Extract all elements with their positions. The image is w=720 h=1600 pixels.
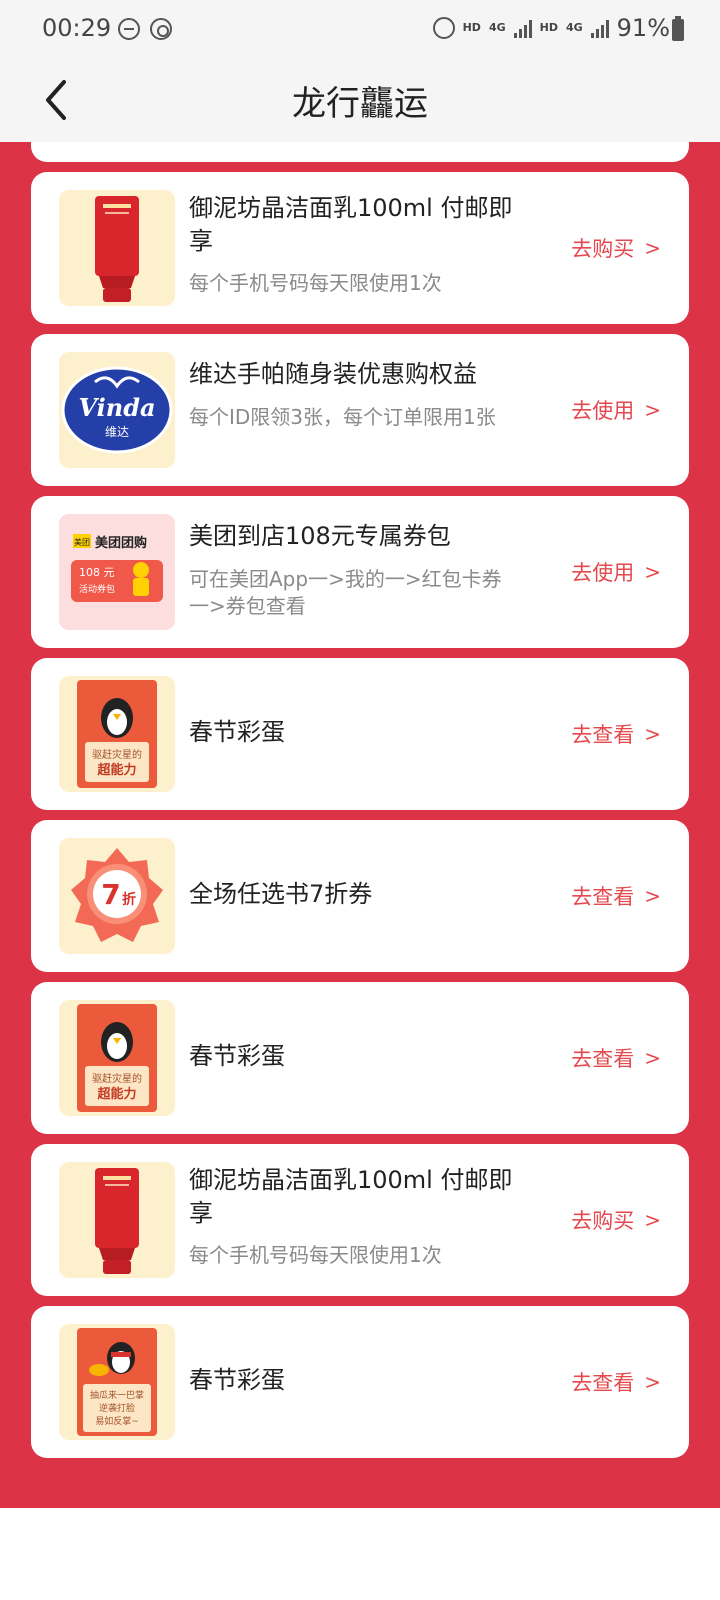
discount-badge-icon: 7 折 bbox=[71, 848, 163, 942]
previous-card-partial[interactable] bbox=[31, 142, 689, 162]
svg-text:活动券包: 活动券包 bbox=[79, 583, 115, 595]
svg-text:108 元: 108 元 bbox=[79, 566, 115, 579]
svg-text:美团: 美团 bbox=[74, 537, 90, 547]
item-title: 美团到店108元专属券包 bbox=[189, 522, 451, 550]
do-not-disturb-icon bbox=[118, 18, 140, 40]
product-image: Vinda 维达 bbox=[59, 352, 175, 468]
item-title: 御泥坊晶洁面乳100ml 付邮即享 bbox=[189, 1166, 513, 1227]
item-title: 御泥坊晶洁面乳100ml 付邮即享 bbox=[189, 194, 513, 255]
list-item[interactable]: 驱赶灾星的 超能力 春节彩蛋 去查看 > bbox=[31, 982, 689, 1134]
item-title: 维达手帕随身装优惠购权益 bbox=[189, 360, 477, 388]
chevron-right-icon: > bbox=[644, 1208, 661, 1232]
svg-text:折: 折 bbox=[122, 891, 136, 908]
item-subtitle: 每个ID限领3张，每个订单限用1张 bbox=[189, 405, 496, 429]
item-subtitle: 每个手机号码每天限使用1次 bbox=[189, 271, 442, 295]
vinda-logo-icon: Vinda 维达 bbox=[61, 366, 173, 454]
svg-text:7: 7 bbox=[101, 878, 120, 911]
view-button[interactable]: 去查看 > bbox=[571, 1306, 661, 1458]
chevron-right-icon: > bbox=[644, 398, 661, 422]
status-time: 00:29 bbox=[42, 14, 112, 42]
product-image: 驱赶灾星的 超能力 bbox=[59, 676, 175, 792]
svg-text:驱赶灾星的: 驱赶灾星的 bbox=[92, 1072, 142, 1085]
svg-text:Vinda: Vinda bbox=[78, 393, 155, 422]
benefits-list: 御泥坊晶洁面乳100ml 付邮即享 每个手机号码每天限使用1次 去购买 > Vin… bbox=[0, 142, 720, 1508]
alarm-icon bbox=[432, 17, 455, 39]
list-item[interactable]: 御泥坊晶洁面乳100ml 付邮即享 每个手机号码每天限使用1次 去购买 > bbox=[31, 172, 689, 324]
item-title: 春节彩蛋 bbox=[189, 718, 285, 746]
cleanser-tube-icon bbox=[95, 1168, 139, 1274]
item-subtitle: 可在美团App一>我的一>红包卡券一>券包查看 bbox=[189, 567, 502, 618]
use-button[interactable]: 去使用 > bbox=[571, 496, 661, 648]
use-button[interactable]: 去使用 > bbox=[571, 334, 661, 486]
buy-button[interactable]: 去购买 > bbox=[571, 1144, 661, 1296]
product-image bbox=[59, 190, 175, 306]
product-image: 美团 美团团购 108 元 活动券包 bbox=[59, 514, 175, 630]
svg-text:逆袭打脸: 逆袭打脸 bbox=[99, 1402, 135, 1414]
page-title: 龙行龘运 bbox=[292, 84, 428, 124]
item-title: 全场任选书7折券 bbox=[189, 880, 373, 908]
status-icons-right: HD 4G HD 4G 91% bbox=[432, 14, 670, 42]
chevron-right-icon: > bbox=[644, 722, 661, 746]
svg-text:易如反掌~: 易如反掌~ bbox=[95, 1415, 139, 1427]
chevron-right-icon: > bbox=[644, 1046, 661, 1070]
status-icons-left bbox=[118, 18, 172, 40]
penguin-card-icon: 驱赶灾星的 超能力 bbox=[77, 1004, 157, 1112]
product-image: 抽瓜来一巴掌 逆袭打脸 易如反掌~ bbox=[59, 1324, 175, 1440]
nav-bar: 龙行龘运 bbox=[0, 60, 720, 142]
signal-icon-2 bbox=[590, 18, 609, 38]
svg-text:维达: 维达 bbox=[105, 425, 129, 439]
status-bar: 00:29 HD 4G HD 4G 91% bbox=[0, 0, 720, 60]
chevron-right-icon: > bbox=[644, 560, 661, 584]
list-item[interactable]: 7 折 全场任选书7折券 去查看 > bbox=[31, 820, 689, 972]
signal-icon-1 bbox=[513, 18, 532, 38]
battery-icon bbox=[672, 16, 684, 41]
penguin-card-icon: 驱赶灾星的 超能力 bbox=[77, 680, 157, 788]
item-title: 春节彩蛋 bbox=[189, 1042, 285, 1070]
list-item[interactable]: 御泥坊晶洁面乳100ml 付邮即享 每个手机号码每天限使用1次 去购买 > bbox=[31, 1144, 689, 1296]
chevron-right-icon: > bbox=[644, 236, 661, 260]
view-button[interactable]: 去查看 > bbox=[571, 820, 661, 972]
network-gen-1: 4G bbox=[488, 21, 506, 34]
battery-percent: 91% bbox=[616, 14, 670, 42]
network-label-1: HD bbox=[462, 21, 481, 34]
network-gen-2: 4G bbox=[565, 21, 583, 34]
list-item[interactable]: Vinda 维达 维达手帕随身装优惠购权益 每个ID限领3张，每个订单限用1张 … bbox=[31, 334, 689, 486]
list-item[interactable]: 抽瓜来一巴掌 逆袭打脸 易如反掌~ 春节彩蛋 去查看 > bbox=[31, 1306, 689, 1458]
view-button[interactable]: 去查看 > bbox=[571, 982, 661, 1134]
cleanser-tube-icon bbox=[95, 196, 139, 302]
product-image: 驱赶灾星的 超能力 bbox=[59, 1000, 175, 1116]
item-subtitle: 每个手机号码每天限使用1次 bbox=[189, 1243, 442, 1267]
svg-text:驱赶灾星的: 驱赶灾星的 bbox=[92, 748, 142, 761]
product-image bbox=[59, 1162, 175, 1278]
sync-icon bbox=[150, 18, 172, 40]
svg-text:超能力: 超能力 bbox=[97, 762, 136, 778]
meituan-coupon-icon: 美团 美团团购 108 元 活动券包 bbox=[59, 514, 175, 630]
chevron-right-icon: > bbox=[644, 1370, 661, 1394]
network-label-2: HD bbox=[539, 21, 558, 34]
view-button[interactable]: 去查看 > bbox=[571, 658, 661, 810]
item-title: 春节彩蛋 bbox=[189, 1366, 285, 1394]
list-item[interactable]: 美团 美团团购 108 元 活动券包 美团到店108元专属券包 可在美团App一… bbox=[31, 496, 689, 648]
penguin-card-icon: 抽瓜来一巴掌 逆袭打脸 易如反掌~ bbox=[77, 1328, 157, 1436]
svg-text:超能力: 超能力 bbox=[97, 1086, 136, 1102]
product-image: 7 折 bbox=[59, 838, 175, 954]
chevron-right-icon: > bbox=[644, 884, 661, 908]
svg-text:美团团购: 美团团购 bbox=[95, 535, 147, 551]
buy-button[interactable]: 去购买 > bbox=[571, 172, 661, 324]
svg-text:抽瓜来一巴掌: 抽瓜来一巴掌 bbox=[90, 1389, 144, 1401]
list-item[interactable]: 驱赶灾星的 超能力 春节彩蛋 去查看 > bbox=[31, 658, 689, 810]
